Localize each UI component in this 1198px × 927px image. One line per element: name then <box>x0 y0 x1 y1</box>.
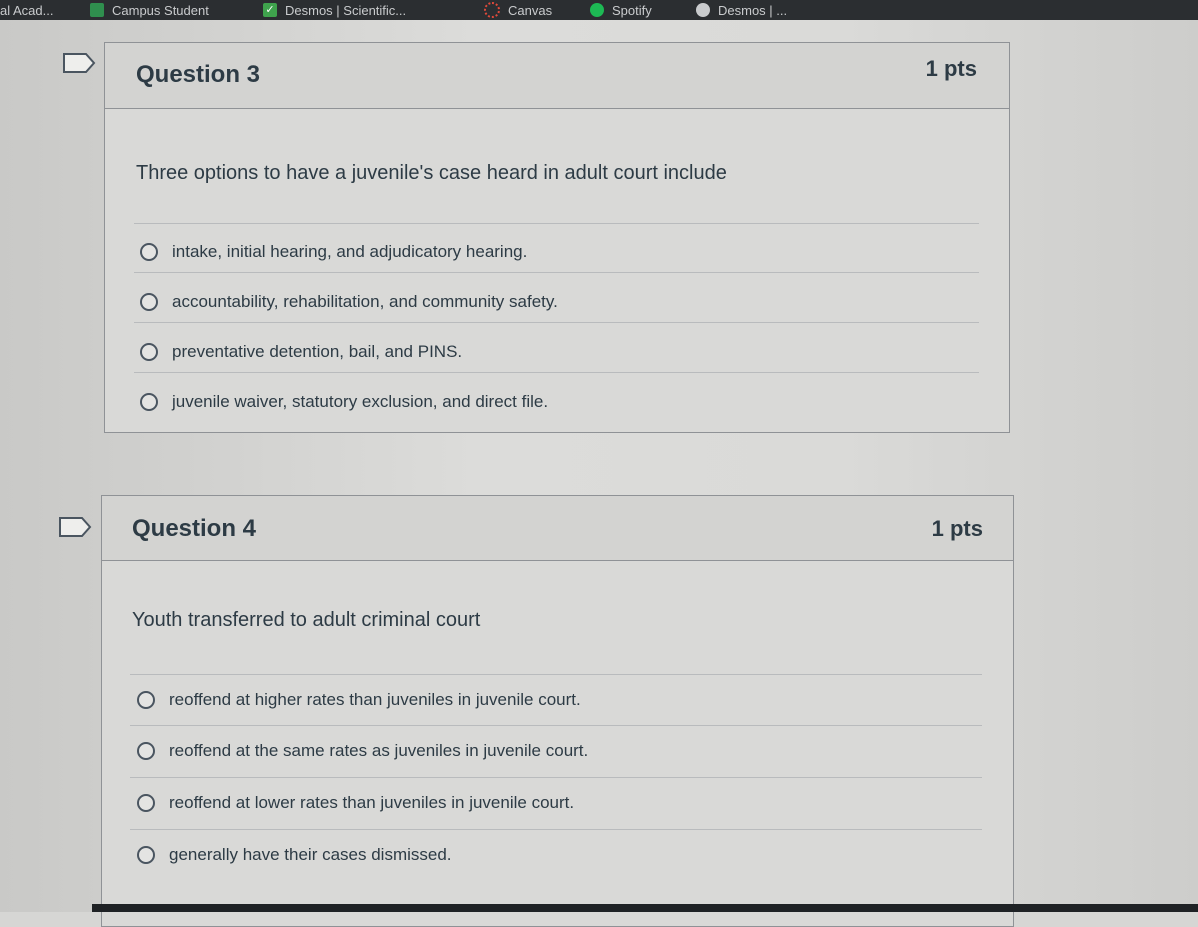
divider <box>134 223 979 224</box>
divider <box>134 322 979 323</box>
question-text: Youth transferred to adult criminal cour… <box>132 609 481 631</box>
bookmark-acad[interactable]: al Acad... <box>0 0 53 20</box>
answer-label: reoffend at the same rates as juveniles … <box>169 741 589 760</box>
answer-label: accountability, rehabilitation, and comm… <box>172 292 558 311</box>
answer-option[interactable]: reoffend at lower rates than juveniles i… <box>137 793 574 813</box>
screen-bottom-edge <box>92 904 1198 912</box>
bookmark-label: Campus Student <box>112 2 209 18</box>
question-text: Three options to have a juvenile's case … <box>136 162 727 184</box>
bookmark-desmos-scientific[interactable]: ✓ Desmos | Scientific... <box>263 0 406 20</box>
check-icon: ✓ <box>263 3 277 17</box>
campus-icon <box>90 3 104 17</box>
question-points: 1 pts <box>925 56 977 81</box>
divider <box>130 674 982 675</box>
bookmarks-bar: al Acad... Campus Student ✓ Desmos | Sci… <box>0 0 1198 20</box>
bookmark-spotify[interactable]: Spotify <box>590 0 652 20</box>
question-header: Question 4 1 pts <box>102 496 1013 561</box>
radio-button-icon[interactable] <box>137 742 155 760</box>
bookmark-label: Desmos | ... <box>718 2 788 18</box>
flag-question-icon[interactable] <box>58 516 92 538</box>
desmos-icon <box>696 3 710 17</box>
bookmark-label: Desmos | Scientific... <box>285 2 407 18</box>
radio-button-icon[interactable] <box>140 243 158 261</box>
answer-option[interactable]: juvenile waiver, statutory exclusion, an… <box>140 392 548 412</box>
answer-option[interactable]: generally have their cases dismissed. <box>137 845 452 865</box>
answer-label: reoffend at higher rates than juveniles … <box>169 690 581 709</box>
spotify-icon <box>590 3 604 17</box>
bookmark-label: Canvas <box>508 2 553 18</box>
radio-button-icon[interactable] <box>137 691 155 709</box>
question-title: Question 4 <box>132 515 257 542</box>
answer-option[interactable]: reoffend at higher rates than juveniles … <box>137 690 581 710</box>
question-points: 1 pts <box>931 516 983 541</box>
bookmark-label: al Acad... <box>0 2 54 18</box>
radio-button-icon[interactable] <box>137 794 155 812</box>
answer-label: generally have their cases dismissed. <box>169 845 452 864</box>
divider <box>130 725 982 726</box>
bookmark-campus-student[interactable]: Campus Student <box>90 0 209 20</box>
bookmark-canvas[interactable]: Canvas <box>484 0 552 20</box>
quiz-page: Question 3 1 pts Three options to have a… <box>0 20 1198 927</box>
answer-label: juvenile waiver, statutory exclusion, an… <box>172 392 549 411</box>
answer-label: reoffend at lower rates than juveniles i… <box>169 793 575 812</box>
radio-button-icon[interactable] <box>140 343 158 361</box>
question-4: Question 4 1 pts Youth transferred to ad… <box>101 495 1014 927</box>
flag-question-icon[interactable] <box>62 52 96 74</box>
answer-label: intake, initial hearing, and adjudicator… <box>172 242 528 261</box>
answer-option[interactable]: reoffend at the same rates as juveniles … <box>137 741 588 761</box>
bookmark-label: Spotify <box>612 2 652 18</box>
question-title: Question 3 <box>136 61 261 88</box>
canvas-icon <box>484 2 500 18</box>
answer-option[interactable]: accountability, rehabilitation, and comm… <box>140 292 558 312</box>
question-header: Question 3 1 pts <box>105 43 1009 109</box>
bookmark-desmos-2[interactable]: Desmos | ... <box>696 0 787 20</box>
divider <box>134 272 979 273</box>
radio-button-icon[interactable] <box>140 393 158 411</box>
divider <box>130 829 982 830</box>
answer-option[interactable]: preventative detention, bail, and PINS. <box>140 342 462 362</box>
radio-button-icon[interactable] <box>140 293 158 311</box>
divider <box>130 777 982 778</box>
answer-option[interactable]: intake, initial hearing, and adjudicator… <box>140 242 527 262</box>
radio-button-icon[interactable] <box>137 846 155 864</box>
divider <box>134 372 979 373</box>
question-3: Question 3 1 pts Three options to have a… <box>104 42 1010 433</box>
answer-label: preventative detention, bail, and PINS. <box>172 342 463 361</box>
